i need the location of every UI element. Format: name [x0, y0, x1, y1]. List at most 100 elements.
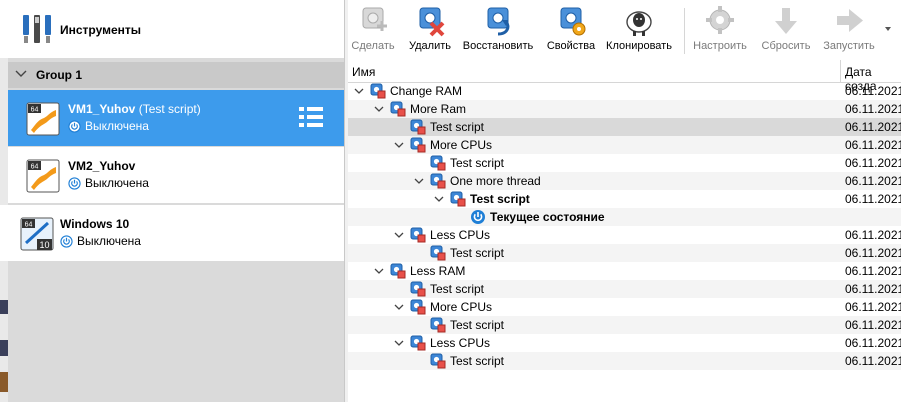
arrow-right-icon — [837, 9, 863, 32]
machine-list-pane: Инструменты Group 1 64 VM1_Yuhov (Test s… — [0, 0, 344, 402]
snapshot-name: More Ram — [410, 102, 467, 116]
snapshot-icon — [370, 83, 386, 99]
snapshot-row[interactable]: Test script 06.11.2021 — [348, 244, 901, 262]
snapshot-date: 06.11.2021 — [845, 318, 901, 332]
vm-item-vm2-yuhov[interactable]: 64 VM2_Yuhov Выключена — [8, 147, 344, 203]
vm-name: Windows 10 — [60, 217, 130, 231]
column-separator[interactable] — [840, 60, 841, 82]
snapshot-name: Текущее состояние — [490, 210, 605, 224]
properties-gear-icon — [560, 7, 586, 36]
sheep-clone-icon — [626, 11, 652, 36]
discard-button[interactable]: Сбросить — [758, 4, 814, 52]
snapshot-row[interactable]: One more thread 06.11.2021 — [348, 172, 901, 190]
delete-snapshot-icon — [419, 7, 445, 37]
expand-chevron-icon[interactable] — [394, 140, 404, 150]
snapshot-date: 06.11.2021 — [845, 84, 901, 98]
power-off-icon — [68, 176, 81, 190]
snapshot-row[interactable]: Less RAM 06.11.2021 — [348, 262, 901, 280]
snapshot-icon — [410, 137, 426, 153]
snapshot-row[interactable]: Test script 06.11.2021 — [348, 316, 901, 334]
snapshot-icon — [430, 245, 446, 261]
snapshot-row[interactable]: Test script 06.11.2021 — [348, 190, 901, 208]
snapshot-name: More CPUs — [430, 138, 493, 152]
snapshot-icon — [430, 353, 446, 369]
snapshot-row[interactable]: Change RAM 06.11.2021 — [348, 82, 901, 100]
snapshot-name: Less RAM — [410, 264, 466, 278]
group-header[interactable]: Group 1 — [8, 62, 344, 88]
snapshot-name: One more thread — [450, 174, 541, 188]
restore-snapshot-button[interactable]: Восстановить — [460, 4, 536, 52]
edge-artifact — [0, 300, 8, 314]
snapshot-name: Test script — [470, 192, 530, 206]
snapshot-date: 06.11.2021 — [845, 192, 901, 206]
snapshot-name: Test script — [450, 354, 505, 368]
snapshot-name: Test script — [450, 156, 505, 170]
edge-artifact — [0, 340, 8, 356]
start-button[interactable]: Запустить — [820, 4, 878, 52]
snapshot-icon — [450, 191, 466, 207]
snapshot-row[interactable]: Test script 06.11.2021 — [348, 118, 901, 136]
take-snapshot-button[interactable]: Сделать — [350, 4, 396, 52]
snapshot-date: 06.11.2021 — [845, 300, 901, 314]
expand-chevron-icon[interactable] — [434, 194, 444, 204]
vm-badge: 64 — [31, 164, 39, 171]
group-label: Group 1 — [36, 68, 83, 82]
delete-snapshot-button[interactable]: Удалить — [404, 4, 456, 52]
arrow-down-icon — [775, 8, 797, 34]
snapshot-properties-button[interactable]: Свойства — [544, 4, 598, 52]
snapshot-date: 06.11.2021 — [845, 138, 901, 152]
snapshot-row[interactable]: Less CPUs 06.11.2021 — [348, 334, 901, 352]
snapshot-date: 06.11.2021 — [845, 228, 901, 242]
snapshot-row[interactable]: Test script 06.11.2021 — [348, 352, 901, 370]
column-header-name[interactable]: Имя — [352, 65, 375, 79]
vm-item-windows-10[interactable]: 64 10 Windows 10 Выключена — [0, 205, 344, 261]
tools-icon — [23, 15, 51, 43]
snapshot-name: Test script — [430, 120, 485, 134]
restore-snapshot-icon — [487, 7, 510, 36]
snapshot-row[interactable]: Test script 06.11.2021 — [348, 280, 901, 298]
snapshot-row[interactable]: More CPUs 06.11.2021 — [348, 136, 901, 154]
vm-name: VM1_Yuhov (Test script) — [68, 102, 201, 116]
settings-button[interactable]: Настроить — [690, 4, 750, 52]
snapshot-row[interactable]: Less CPUs 06.11.2021 — [348, 226, 901, 244]
gear-icon — [706, 6, 734, 34]
current-state-row[interactable]: Текущее состояние — [348, 208, 901, 226]
expand-chevron-icon[interactable] — [374, 266, 384, 276]
vm-state: Выключена — [68, 176, 149, 190]
snapshot-name: Test script — [450, 318, 505, 332]
vm-badge: 64 — [25, 222, 33, 229]
chevron-down-icon[interactable] — [14, 67, 28, 81]
expand-chevron-icon[interactable] — [394, 230, 404, 240]
snapshot-date: 06.11.2021 — [845, 282, 901, 296]
power-off-icon — [60, 234, 73, 248]
snapshot-row[interactable]: Test script 06.11.2021 — [348, 154, 901, 172]
expand-chevron-icon[interactable] — [394, 302, 404, 312]
snapshot-name: More CPUs — [430, 300, 493, 314]
details-menu-icon[interactable] — [298, 105, 324, 129]
snapshot-date: 06.11.2021 — [845, 156, 901, 170]
tools-item[interactable]: Инструменты — [0, 0, 344, 58]
snapshot-tree-table: Имя Дата созда Change RAM 06.11.2021 More … — [348, 60, 901, 402]
snapshot-row[interactable]: More Ram 06.11.2021 — [348, 100, 901, 118]
snapshot-icon — [430, 317, 446, 333]
snapshot-icon — [390, 101, 406, 117]
expand-chevron-icon[interactable] — [354, 86, 364, 96]
snapshot-date: 06.11.2021 — [845, 354, 901, 368]
vm-state: Выключена — [68, 119, 149, 133]
snapshot-icon — [390, 263, 406, 279]
snapshot-icon — [410, 227, 426, 243]
clone-button[interactable]: Клонировать — [604, 4, 674, 52]
vm-version-badge: 10 — [39, 240, 49, 250]
snapshot-date: 06.11.2021 — [845, 264, 901, 278]
snapshot-name: Less CPUs — [430, 336, 491, 350]
left-edge-strip — [0, 0, 8, 402]
toolbar-overflow-icon[interactable] — [883, 24, 893, 34]
snapshot-toolbar: Сделать Удалить Восстановить Свойства Кл… — [348, 0, 901, 58]
expand-chevron-icon[interactable] — [414, 176, 424, 186]
expand-chevron-icon[interactable] — [394, 338, 404, 348]
snapshot-row[interactable]: More CPUs 06.11.2021 — [348, 298, 901, 316]
vm-item-vm1-yuhov[interactable]: 64 VM1_Yuhov (Test script) Выключена — [8, 90, 344, 146]
snapshot-icon — [410, 119, 426, 135]
tools-label: Инструменты — [60, 23, 142, 37]
expand-chevron-icon[interactable] — [374, 104, 384, 114]
